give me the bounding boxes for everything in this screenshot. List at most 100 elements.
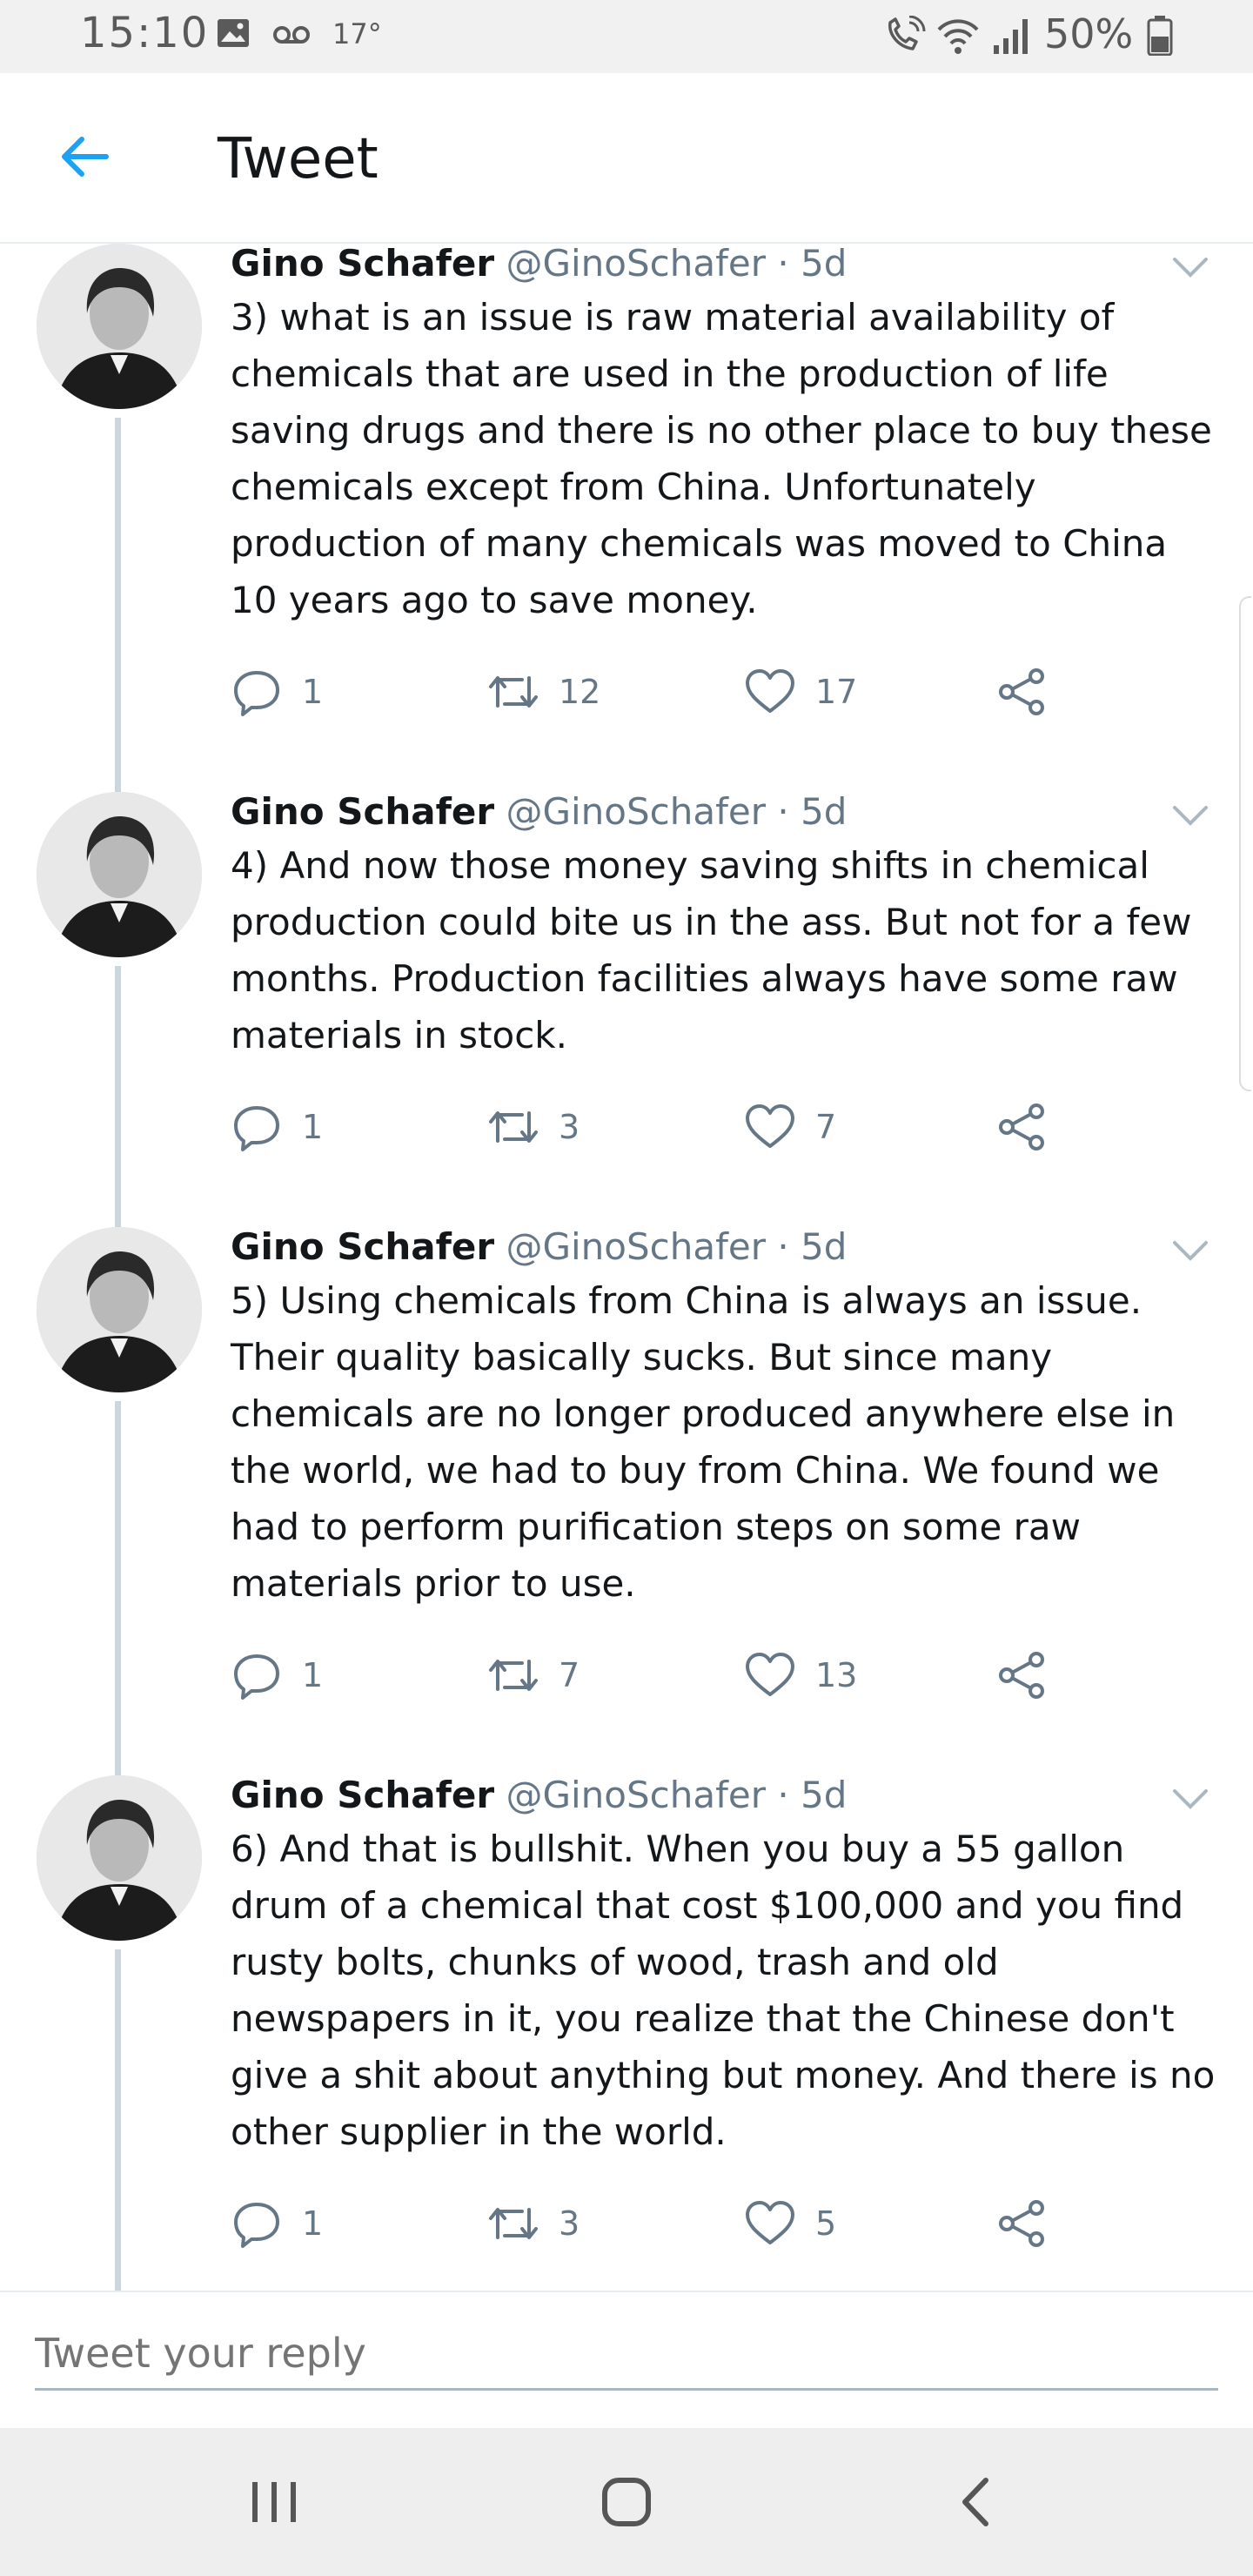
chevron-down-icon[interactable]: [1169, 252, 1211, 284]
tweet-time: · 5d: [777, 790, 848, 833]
chevron-down-icon[interactable]: [1169, 1784, 1211, 1815]
wifi-call-icon: [883, 15, 927, 59]
retweet-button[interactable]: 12: [487, 661, 600, 722]
wifi-icon: [935, 16, 981, 59]
like-count: 17: [815, 673, 858, 711]
reply-button[interactable]: 1: [231, 661, 323, 722]
retweet-count: 3: [559, 1108, 580, 1146]
retweet-button[interactable]: 3: [487, 1097, 580, 1157]
thread-connector: [115, 1401, 121, 1775]
share-button[interactable]: [996, 2193, 1049, 2254]
like-button[interactable]: 5: [744, 2193, 836, 2254]
author-name[interactable]: Gino Schafer: [231, 244, 494, 285]
like-button[interactable]: 13: [744, 1645, 857, 1706]
reply-count: 1: [302, 1108, 324, 1146]
avatar[interactable]: [37, 1227, 202, 1392]
reply-button[interactable]: 1: [231, 2193, 323, 2254]
avatar[interactable]: [37, 792, 202, 957]
retweet-icon: [489, 676, 538, 708]
author-handle[interactable]: @GinoSchafer: [506, 1774, 766, 1816]
retweet-button[interactable]: 7: [487, 1645, 580, 1706]
retweet-icon: [489, 1111, 538, 1143]
reply-count: 1: [302, 1656, 324, 1694]
share-icon: [999, 2200, 1044, 2247]
recent-apps-icon[interactable]: [235, 2463, 313, 2541]
heart-icon: [746, 1104, 794, 1148]
tweet-header: Gino Schafer @GinoSchafer · 5d: [231, 790, 847, 833]
tweet-actions: 1 3 7: [231, 1097, 1101, 1157]
reply-icon: [234, 1654, 279, 1700]
status-time: 15:10: [80, 9, 210, 57]
avatar[interactable]: [37, 244, 202, 409]
system-nav-bar: [0, 2428, 1253, 2576]
reply-count: 1: [302, 673, 324, 711]
tweet-thread: Gino Schafer @GinoSchafer · 5d 3) what i…: [0, 244, 1253, 2291]
tweet-text: 5) Using chemicals from China is always …: [231, 1279, 1176, 1605]
retweet-icon: [489, 2208, 538, 2239]
tweet-item[interactable]: Gino Schafer @GinoSchafer · 5d 6) And th…: [0, 1774, 1253, 2291]
like-button[interactable]: 17: [744, 661, 857, 722]
tweet-item[interactable]: Gino Schafer @GinoSchafer · 5d 4) And no…: [0, 790, 1253, 1227]
author-handle[interactable]: @GinoSchafer: [506, 790, 766, 833]
retweet-count: 12: [559, 673, 601, 711]
reply-button[interactable]: 1: [231, 1097, 323, 1157]
battery-icon: [1147, 16, 1173, 59]
tweet-time: · 5d: [777, 1774, 848, 1816]
like-count: 7: [815, 1108, 837, 1146]
back-arrow-icon[interactable]: [54, 125, 117, 188]
reply-input[interactable]: [35, 2318, 1218, 2391]
reply-icon: [234, 671, 279, 716]
voicemail-icon: [271, 16, 312, 54]
back-icon[interactable]: [935, 2463, 1014, 2541]
share-icon: [999, 1652, 1044, 1699]
temperature-text: 17°: [332, 17, 382, 50]
heart-icon: [746, 2201, 794, 2244]
retweet-count: 7: [559, 1656, 580, 1694]
thread-connector: [115, 418, 121, 792]
tweet-actions: 1 3 5: [231, 2193, 1101, 2254]
reply-icon: [234, 2203, 279, 2248]
share-icon: [999, 1104, 1044, 1150]
author-name[interactable]: Gino Schafer: [231, 790, 494, 833]
like-count: 13: [815, 1656, 858, 1694]
avatar[interactable]: [37, 1775, 202, 1941]
battery-percent: 50%: [1044, 10, 1134, 57]
tweet-text: 6) And that is bullshit. When you buy a …: [231, 1828, 1216, 2153]
tweet-header: Gino Schafer @GinoSchafer · 5d: [231, 1774, 847, 1816]
thread-connector: [115, 1949, 121, 2291]
reply-count: 1: [302, 2204, 324, 2243]
chevron-down-icon[interactable]: [1169, 801, 1211, 832]
tweet-item[interactable]: Gino Schafer @GinoSchafer · 5d 5) Using …: [0, 1225, 1253, 1775]
author-name[interactable]: Gino Schafer: [231, 1774, 494, 1816]
status-bar: 15:10 17° 50%: [0, 0, 1253, 73]
tweet-actions: 1 7 13: [231, 1645, 1101, 1706]
home-icon[interactable]: [587, 2463, 666, 2541]
retweet-button[interactable]: 3: [487, 2193, 580, 2254]
retweet-icon: [489, 1660, 538, 1691]
reply-bar: [0, 2291, 1253, 2430]
like-button[interactable]: 7: [744, 1097, 836, 1157]
share-button[interactable]: [996, 661, 1049, 722]
author-handle[interactable]: @GinoSchafer: [506, 1225, 766, 1268]
share-button[interactable]: [996, 1645, 1049, 1706]
tweet-actions: 1 12 17: [231, 661, 1101, 722]
tweet-time: · 5d: [777, 1225, 848, 1268]
share-button[interactable]: [996, 1097, 1049, 1157]
like-count: 5: [815, 2204, 837, 2243]
heart-icon: [746, 669, 794, 713]
thread-connector: [115, 966, 121, 1227]
share-icon: [999, 668, 1044, 715]
tweet-header: Gino Schafer @GinoSchafer · 5d: [231, 1225, 847, 1268]
heart-icon: [746, 1653, 794, 1696]
image-icon: [216, 16, 251, 54]
tweet-item[interactable]: Gino Schafer @GinoSchafer · 5d 3) what i…: [0, 244, 1253, 792]
author-handle[interactable]: @GinoSchafer: [506, 244, 766, 285]
reply-button[interactable]: 1: [231, 1645, 323, 1706]
retweet-count: 3: [559, 2204, 580, 2243]
scrollbar[interactable]: [1239, 596, 1251, 1091]
author-name[interactable]: Gino Schafer: [231, 1225, 494, 1268]
signal-icon: [992, 16, 1034, 59]
tweet-text: 3) what is an issue is raw material avai…: [231, 296, 1212, 621]
reply-icon: [234, 1106, 279, 1151]
chevron-down-icon[interactable]: [1169, 1236, 1211, 1267]
